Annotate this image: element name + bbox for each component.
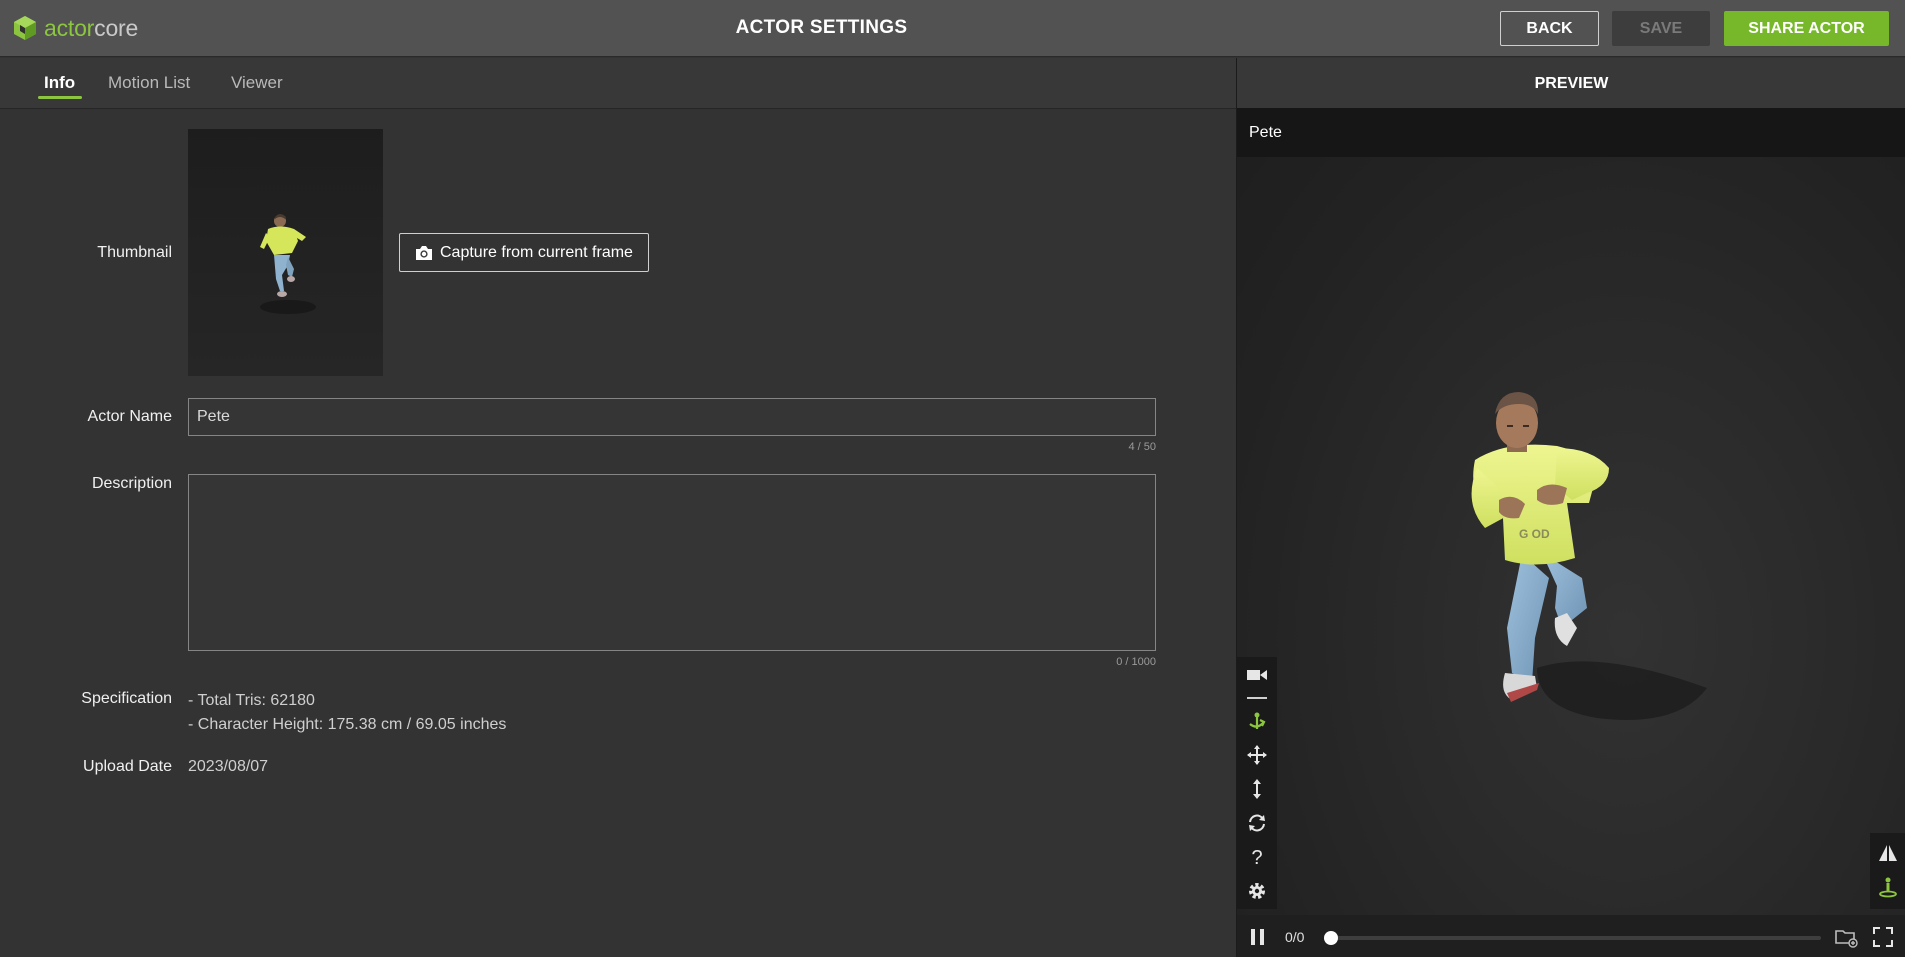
thumbnail-label: Thumbnail xyxy=(97,244,172,261)
orbit-icon[interactable] xyxy=(1245,709,1269,733)
top-bar: actorcore ACTOR SETTINGS BACK SAVE SHARE… xyxy=(0,0,1905,57)
character-model-figure: G OD xyxy=(1471,392,1707,720)
tab-bar: Info Motion List Viewer xyxy=(0,58,1236,109)
preview-panel: PREVIEW Pete G OD ? 0/0 xyxy=(1236,58,1905,957)
fullscreen-icon[interactable] xyxy=(1871,926,1895,948)
character-pose-icon[interactable] xyxy=(1876,875,1900,899)
pause-icon[interactable] xyxy=(1247,926,1269,948)
tab-viewer[interactable]: Viewer xyxy=(231,73,283,93)
specification-label: Specification xyxy=(81,690,172,707)
move-icon[interactable] xyxy=(1245,743,1269,767)
svg-text:?: ? xyxy=(1251,847,1262,868)
timeline-track[interactable] xyxy=(1329,936,1821,940)
back-button[interactable]: BACK xyxy=(1500,11,1599,46)
thumbnail-character-figure xyxy=(260,214,316,314)
description-label: Description xyxy=(91,475,172,492)
svg-text:G OD: G OD xyxy=(1519,527,1550,541)
active-tab-indicator xyxy=(38,96,82,99)
help-icon[interactable]: ? xyxy=(1245,845,1269,869)
spec-total-tris: - Total Tris: 62180 xyxy=(188,692,315,709)
save-button[interactable]: SAVE xyxy=(1612,11,1710,46)
capture-from-current-frame-button[interactable]: Capture from current frame xyxy=(399,233,649,272)
preview-header: PREVIEW xyxy=(1237,58,1905,108)
timeline-scrubber[interactable] xyxy=(1324,931,1338,945)
upload-date-label: Upload Date xyxy=(83,758,172,775)
mirror-icon[interactable] xyxy=(1876,841,1900,865)
frame-counter: 0/0 xyxy=(1285,929,1305,945)
capture-button-label: Capture from current frame xyxy=(440,243,633,261)
tab-motion-list[interactable]: Motion List xyxy=(108,73,190,93)
add-folder-icon[interactable] xyxy=(1834,926,1858,948)
share-actor-button[interactable]: SHARE ACTOR xyxy=(1724,11,1889,46)
viewport-right-tools xyxy=(1870,833,1905,909)
rotate-icon[interactable] xyxy=(1245,811,1269,835)
description-textarea[interactable] xyxy=(188,474,1156,651)
actor-name-input[interactable] xyxy=(188,398,1156,436)
camera-view-icon[interactable] xyxy=(1245,663,1269,687)
actor-name-label: Actor Name xyxy=(87,408,172,425)
thumbnail-image xyxy=(188,129,383,376)
actor-info-panel: Info Motion List Viewer Thumbnail Captur… xyxy=(0,58,1236,957)
settings-icon[interactable] xyxy=(1245,879,1269,903)
tool-divider xyxy=(1247,697,1267,699)
spec-character-height: - Character Height: 175.38 cm / 69.05 in… xyxy=(188,716,507,733)
tab-info[interactable]: Info xyxy=(44,73,75,93)
actor-name-char-counter: 4 / 50 xyxy=(1128,441,1156,453)
playback-bar: 0/0 xyxy=(1237,915,1905,957)
upload-date-value: 2023/08/07 xyxy=(188,758,269,775)
camera-icon xyxy=(416,245,432,260)
vertical-move-icon[interactable] xyxy=(1245,777,1269,801)
3d-viewport[interactable]: Pete G OD ? 0/0 xyxy=(1237,108,1905,957)
viewport-tool-strip: ? xyxy=(1237,657,1277,909)
description-char-counter: 0 / 1000 xyxy=(1116,656,1156,668)
page-title: ACTOR SETTINGS xyxy=(735,17,908,38)
